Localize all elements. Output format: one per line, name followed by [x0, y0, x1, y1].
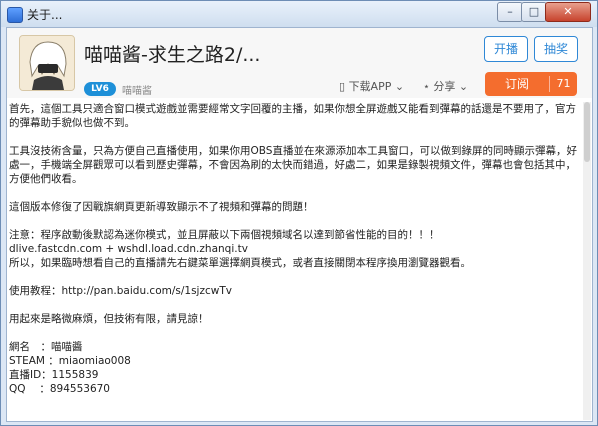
avatar-image [20, 36, 74, 90]
download-app-link[interactable]: ▯ 下载APP ⌄ [339, 78, 404, 94]
stream-header: 喵喵酱-求生之路2/... LV6 喵喵酱 开播 抽奖 ▯ 下载APP ⌄ ⋆ … [7, 28, 592, 98]
title-bar[interactable]: 关于... – □ ✕ [1, 1, 597, 27]
paragraph: 這個版本修復了因戰旗網頁更新導致顯示不了視頻和彈幕的問題！ [9, 201, 314, 213]
level-badge: LV6 [84, 82, 116, 96]
paragraph: 用起來是略微麻煩，但技術有限，請見諒！ [9, 313, 209, 325]
about-window: 关于... – □ ✕ 喵喵酱-求生之路2/... LV6 喵喵酱 开播 抽奖 … [0, 0, 598, 426]
close-button[interactable]: ✕ [545, 2, 591, 22]
about-text: 首先，這個工具只適合窗口模式遊戲並需要經常文字回覆的主播，如果你想全屏遊戲又能看… [9, 102, 579, 420]
paragraph: 首先，這個工具只適合窗口模式遊戲並需要經常文字回覆的主播，如果你想全屏遊戲又能看… [9, 103, 576, 129]
lottery-button[interactable]: 抽奖 [534, 36, 578, 62]
chevron-down-icon: ⌄ [394, 80, 405, 93]
avatar[interactable] [19, 35, 75, 91]
username[interactable]: 喵喵酱 [122, 82, 152, 97]
close-icon: ✕ [563, 5, 573, 18]
subscribe-button[interactable]: 订阅 71 [485, 72, 577, 96]
chevron-down-icon: ⌄ [458, 80, 469, 93]
stream-title: 喵喵酱-求生之路2/... [84, 44, 261, 66]
scrollbar[interactable] [583, 102, 591, 420]
app-icon [7, 7, 23, 23]
paragraph: 網名 ：喵喵醬 STEAM ：miaomiao008 直播ID：1155839 … [9, 341, 131, 395]
scrollbar-thumb[interactable] [584, 102, 590, 162]
paragraph: 注意：程序啟動後默認為迷你模式，並且屏蔽以下兩個視頻域名以達到節省性能的目的！！… [9, 229, 471, 269]
download-app-label: 下载APP [348, 80, 392, 93]
minimize-icon: – [507, 5, 513, 18]
share-icon: ⋆ [423, 80, 430, 93]
minimize-button[interactable]: – [497, 2, 523, 22]
subscriber-count: 71 [556, 77, 571, 90]
phone-icon: ▯ [339, 80, 346, 93]
maximize-icon: □ [528, 5, 540, 18]
client-area: 喵喵酱-求生之路2/... LV6 喵喵酱 开播 抽奖 ▯ 下载APP ⌄ ⋆ … [6, 27, 593, 422]
subscribe-label: 订阅 [504, 77, 529, 91]
maximize-button[interactable]: □ [521, 2, 547, 22]
paragraph: 工具沒技術含量，只為方便自己直播使用，如果你用OBS直播並在來源添加本工具窗口，… [9, 145, 577, 185]
paragraph: 使用教程：http://pan.baidu.com/s/1sjzcwTv [9, 285, 232, 297]
share-link[interactable]: ⋆ 分享 ⌄ [423, 78, 468, 94]
window-title: 关于... [27, 8, 63, 22]
start-live-button[interactable]: 开播 [484, 36, 528, 62]
share-label: 分享 [433, 80, 456, 93]
